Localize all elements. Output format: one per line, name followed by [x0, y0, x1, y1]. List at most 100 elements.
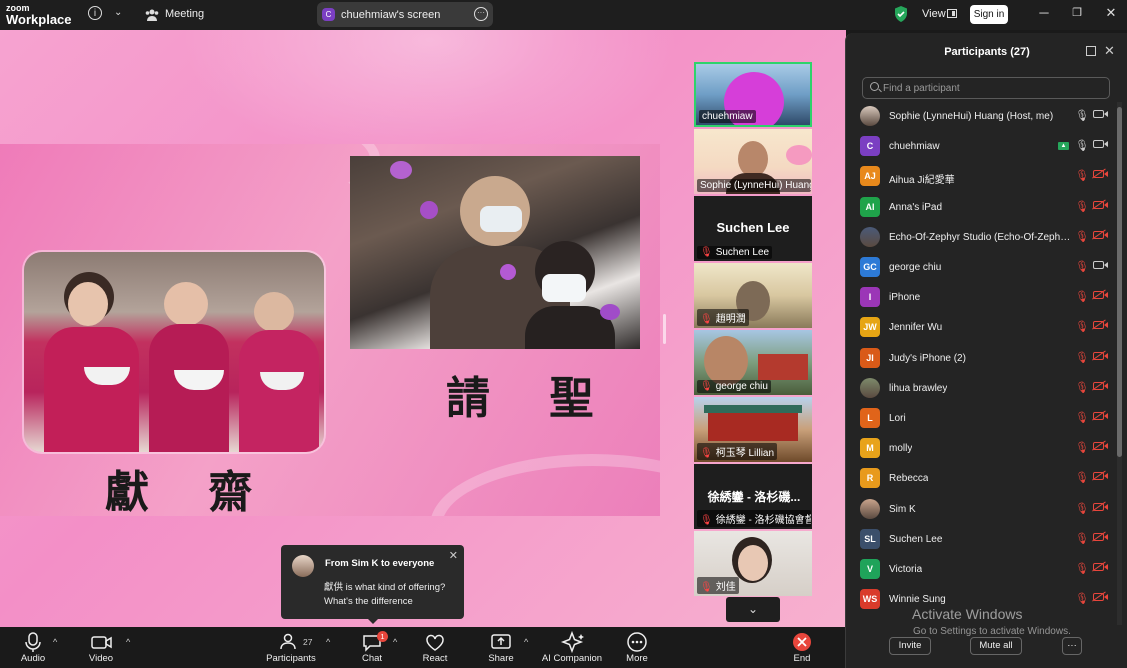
video-tile[interactable]: 🎙 刘佳 — [694, 531, 812, 596]
screen-share-pill[interactable]: C chuehmiaw's screen ··· — [317, 2, 493, 27]
muted-mic-icon[interactable]: 🎙 — [1075, 351, 1089, 364]
video-tile[interactable]: Sophie (LynneHui) Huang — [694, 129, 812, 194]
muted-mic-icon: 🎙 — [700, 515, 713, 526]
muted-mic-icon[interactable]: 🎙 — [1075, 290, 1089, 303]
pop-out-icon[interactable] — [1086, 46, 1096, 56]
participant-row[interactable]: SL Suchen Lee 🎙 — [846, 525, 1116, 555]
video-tile[interactable]: 徐綉鑾 - 洛杉磯... 🎙徐綉鑾 - 洛杉磯協會督... — [694, 464, 812, 529]
video-off-icon[interactable] — [1093, 412, 1108, 420]
participant-row[interactable]: V Victoria 🎙 — [846, 555, 1116, 585]
muted-mic-icon[interactable]: 🎙 — [1075, 260, 1089, 273]
more-options-icon[interactable]: ··· — [474, 7, 488, 21]
muted-mic-icon[interactable]: 🎙 — [1075, 441, 1089, 454]
mute-all-button[interactable]: Mute all — [970, 637, 1022, 655]
chat-notification[interactable]: From Sim K to everyone 獻供 is what kind o… — [281, 545, 464, 619]
video-tile[interactable]: 🎙 趙明潤 — [694, 263, 812, 328]
chevron-down-icon[interactable]: ⌄ — [114, 7, 122, 18]
muted-mic-icon[interactable]: 🎙 — [1075, 411, 1089, 424]
more-options-button[interactable]: ··· — [1062, 637, 1082, 655]
minimize-icon[interactable]: ─ — [1034, 5, 1054, 20]
participant-search-input[interactable] — [862, 77, 1110, 99]
participant-row[interactable]: AI Anna's iPad 🎙 — [846, 193, 1116, 223]
participant-row[interactable]: Echo-Of-Zephyr Studio (Echo-Of-Zephyr St… — [846, 223, 1116, 253]
participant-row[interactable]: Mmolly 🎙 — [846, 434, 1116, 464]
participant-name: molly — [889, 443, 913, 455]
participant-row[interactable]: Sophie (LynneHui) Huang (Host, me) 🎙 — [846, 102, 1116, 132]
video-off-icon[interactable] — [1093, 381, 1108, 390]
chat-options-caret-icon[interactable]: ^ — [393, 637, 397, 647]
participants-options-caret-icon[interactable]: ^ — [326, 637, 330, 647]
video-camera-icon[interactable] — [1093, 261, 1108, 269]
video-tile[interactable]: 🎙 柯玉琴 Lillian — [694, 397, 812, 462]
share-button[interactable]: Share — [485, 627, 517, 668]
invite-button[interactable]: Invite — [889, 637, 931, 655]
security-shield-icon[interactable] — [893, 5, 909, 23]
participant-row[interactable]: lihua brawley 🎙 — [846, 374, 1116, 404]
audio-button[interactable]: Audio — [14, 627, 52, 668]
participant-row[interactable]: L Lori 🎙 — [846, 404, 1116, 434]
muted-mic-icon[interactable]: 🎙 — [1075, 230, 1089, 243]
muted-mic-icon[interactable]: 🎙 — [1075, 471, 1089, 484]
close-icon[interactable]: ✕ — [1104, 43, 1115, 59]
muted-mic-icon[interactable]: 🎙 — [1075, 169, 1089, 182]
video-off-icon[interactable] — [1093, 200, 1108, 209]
view-button[interactable]: View — [922, 8, 946, 20]
audio-options-caret-icon[interactable]: ^ — [53, 637, 57, 647]
more-button[interactable]: More — [621, 627, 653, 668]
video-off-icon[interactable] — [1093, 502, 1108, 511]
video-camera-icon[interactable] — [1093, 110, 1108, 118]
video-button[interactable]: Video — [82, 627, 120, 668]
video-off-icon[interactable] — [1093, 170, 1108, 179]
restore-icon[interactable]: ❐ — [1067, 6, 1087, 19]
video-tile[interactable]: 🎙 george chiu — [694, 330, 812, 395]
video-off-icon[interactable] — [1093, 230, 1108, 239]
video-tile[interactable]: chuehmiaw — [694, 62, 812, 127]
participant-row[interactable]: GC george chiu 🎙 — [846, 253, 1116, 283]
participant-row[interactable]: AJ Aihua Ji紀愛華 🎙 — [846, 162, 1116, 192]
participant-row[interactable]: IiPhone 🎙 — [846, 283, 1116, 313]
muted-mic-icon[interactable]: 🎙 — [1075, 502, 1089, 515]
participant-list: Sophie (LynneHui) Huang (Host, me) 🎙 Cchue… — [846, 102, 1116, 625]
video-off-icon[interactable] — [1093, 472, 1108, 481]
muted-mic-icon[interactable]: 🎙 — [1075, 200, 1089, 213]
participant-row[interactable]: R Rebecca 🎙 — [846, 464, 1116, 494]
video-off-icon[interactable] — [1093, 291, 1108, 300]
participants-button[interactable]: Participants — [264, 627, 318, 668]
video-off-icon[interactable] — [1093, 532, 1108, 541]
video-options-caret-icon[interactable]: ^ — [126, 637, 130, 647]
video-off-icon[interactable] — [1093, 593, 1108, 602]
view-layout-icon[interactable] — [947, 9, 957, 18]
sign-in-button[interactable]: Sign in — [970, 5, 1008, 24]
resize-handle[interactable] — [663, 314, 666, 344]
close-window-icon[interactable]: ✕ — [1101, 5, 1121, 21]
video-off-icon[interactable] — [1093, 351, 1108, 360]
microphone-icon[interactable]: 🎙 — [1075, 139, 1089, 152]
scroll-down-chevron-icon[interactable]: ⌄ — [726, 597, 780, 622]
video-camera-icon[interactable] — [1093, 140, 1108, 149]
react-button[interactable]: React — [419, 627, 451, 668]
chat-sender: From Sim K to everyone — [325, 558, 435, 569]
close-icon[interactable]: ✕ — [449, 549, 458, 562]
video-off-icon[interactable] — [1093, 442, 1108, 451]
microphone-icon[interactable]: 🎙 — [1075, 109, 1089, 122]
share-options-caret-icon[interactable]: ^ — [524, 637, 528, 647]
avatar: C — [860, 136, 880, 157]
share-screen-icon — [491, 634, 511, 649]
video-off-icon[interactable] — [1093, 563, 1108, 571]
participant-row[interactable]: Cchuehmiaw ▲ 🎙 — [846, 132, 1116, 162]
scrollbar[interactable] — [1117, 102, 1122, 625]
muted-mic-icon[interactable]: 🎙 — [1075, 381, 1089, 394]
video-tile[interactable]: Suchen Lee 🎙 Suchen Lee — [694, 196, 812, 261]
participant-row[interactable]: JW Jennifer Wu 🎙 — [846, 313, 1116, 343]
end-meeting-button[interactable]: End — [786, 627, 818, 668]
muted-mic-icon[interactable]: 🎙 — [1075, 592, 1089, 605]
muted-mic-icon[interactable]: 🎙 — [1075, 562, 1089, 575]
video-off-icon[interactable] — [1093, 321, 1108, 330]
participant-row[interactable]: JI Judy's iPhone (2) 🎙 — [846, 344, 1116, 374]
meeting-info-icon[interactable]: i — [88, 6, 102, 20]
ai-companion-button[interactable]: AI Companion — [540, 627, 604, 668]
participant-row[interactable]: Sim K 🎙 — [846, 495, 1116, 525]
activate-windows-hint: Go to Settings to activate Windows. — [913, 626, 1071, 637]
muted-mic-icon[interactable]: 🎙 — [1075, 320, 1089, 333]
muted-mic-icon[interactable]: 🎙 — [1075, 532, 1089, 545]
